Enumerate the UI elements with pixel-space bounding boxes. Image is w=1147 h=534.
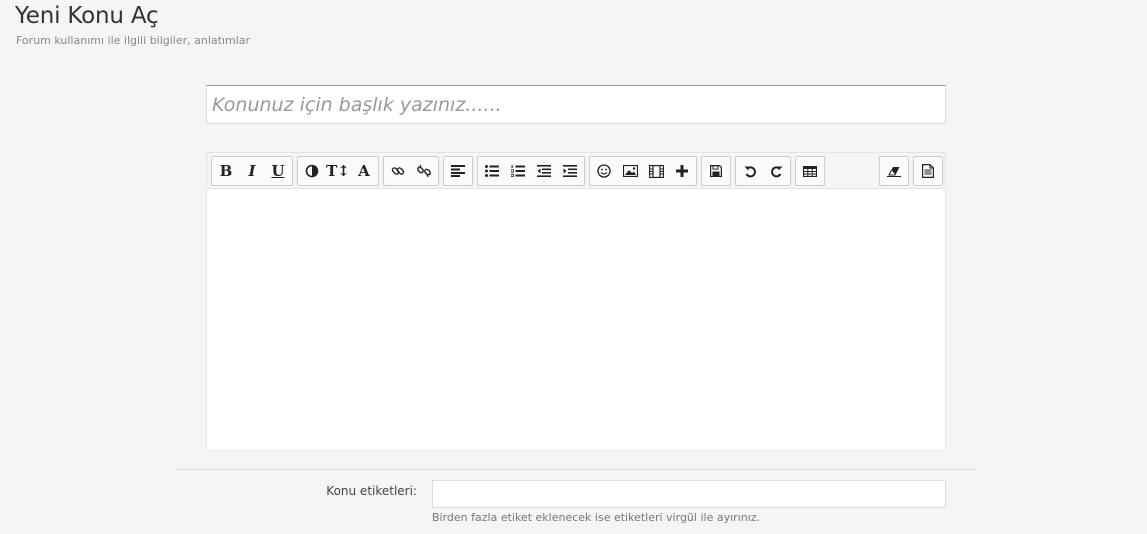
redo-icon xyxy=(770,165,782,177)
history-group xyxy=(735,156,791,186)
indent-icon xyxy=(563,165,577,177)
image-button[interactable] xyxy=(617,157,643,185)
align-left-button[interactable] xyxy=(445,157,471,185)
table-icon xyxy=(803,165,817,177)
page-title: Yeni Konu Aç xyxy=(15,3,159,29)
tags-input[interactable] xyxy=(432,480,946,508)
video-icon xyxy=(648,164,664,178)
emoticon-icon xyxy=(597,164,611,178)
editor-toolbar: B I U T↕ A xyxy=(207,153,945,189)
editor-content-area[interactable] xyxy=(207,189,945,449)
align-group xyxy=(443,156,473,186)
redo-button[interactable] xyxy=(763,157,789,185)
bold-button[interactable]: B xyxy=(213,157,239,185)
save-group xyxy=(701,156,731,186)
color-button[interactable] xyxy=(299,157,325,185)
underline-icon: U xyxy=(271,162,285,180)
table-group xyxy=(795,156,825,186)
clear-group xyxy=(879,156,909,186)
font-name-icon: A xyxy=(358,162,370,180)
save-button[interactable] xyxy=(703,157,729,185)
source-group xyxy=(913,156,943,186)
list-group xyxy=(477,156,585,186)
form-divider xyxy=(176,469,976,470)
eraser-icon xyxy=(886,166,901,177)
bold-icon: B xyxy=(219,162,233,180)
insert-more-button[interactable] xyxy=(669,157,695,185)
tags-label: Konu etiketleri: xyxy=(326,484,417,498)
numbered-list-icon xyxy=(511,165,525,177)
font-size-icon: T↕ xyxy=(326,162,350,180)
remove-format-button[interactable] xyxy=(881,157,907,185)
table-button[interactable] xyxy=(797,157,823,185)
font-size-button[interactable]: T↕ xyxy=(325,157,351,185)
topic-title-input[interactable] xyxy=(206,85,946,124)
source-icon xyxy=(922,164,934,178)
outdent-button[interactable] xyxy=(531,157,557,185)
insert-group xyxy=(589,156,697,186)
bullet-list-button[interactable] xyxy=(479,157,505,185)
font-name-button[interactable]: A xyxy=(351,157,377,185)
tags-help-text: Birden fazla etiket eklenecek ise etiket… xyxy=(432,511,761,524)
save-icon xyxy=(710,165,722,177)
numbered-list-button[interactable] xyxy=(505,157,531,185)
outdent-icon xyxy=(537,165,551,177)
undo-button[interactable] xyxy=(737,157,763,185)
format-group: B I U xyxy=(211,156,293,186)
italic-icon: I xyxy=(248,162,256,180)
unlink-button[interactable] xyxy=(411,157,437,185)
plus-icon xyxy=(676,165,688,177)
page-subtitle: Forum kullanımı ile ilgili bilgiler, anl… xyxy=(16,34,251,47)
indent-button[interactable] xyxy=(557,157,583,185)
source-button[interactable] xyxy=(915,157,941,185)
color-icon xyxy=(305,164,319,178)
undo-icon xyxy=(744,165,756,177)
link-button[interactable] xyxy=(385,157,411,185)
italic-button[interactable]: I xyxy=(239,157,265,185)
rich-text-editor: B I U T↕ A xyxy=(206,152,946,449)
align-left-icon xyxy=(451,165,465,177)
emoticon-button[interactable] xyxy=(591,157,617,185)
link-group xyxy=(383,156,439,186)
unlink-icon xyxy=(417,164,431,178)
link-icon xyxy=(391,167,405,175)
underline-button[interactable]: U xyxy=(265,157,291,185)
video-button[interactable] xyxy=(643,157,669,185)
bullet-list-icon xyxy=(485,165,499,177)
font-group: T↕ A xyxy=(297,156,379,186)
image-icon xyxy=(622,165,638,177)
